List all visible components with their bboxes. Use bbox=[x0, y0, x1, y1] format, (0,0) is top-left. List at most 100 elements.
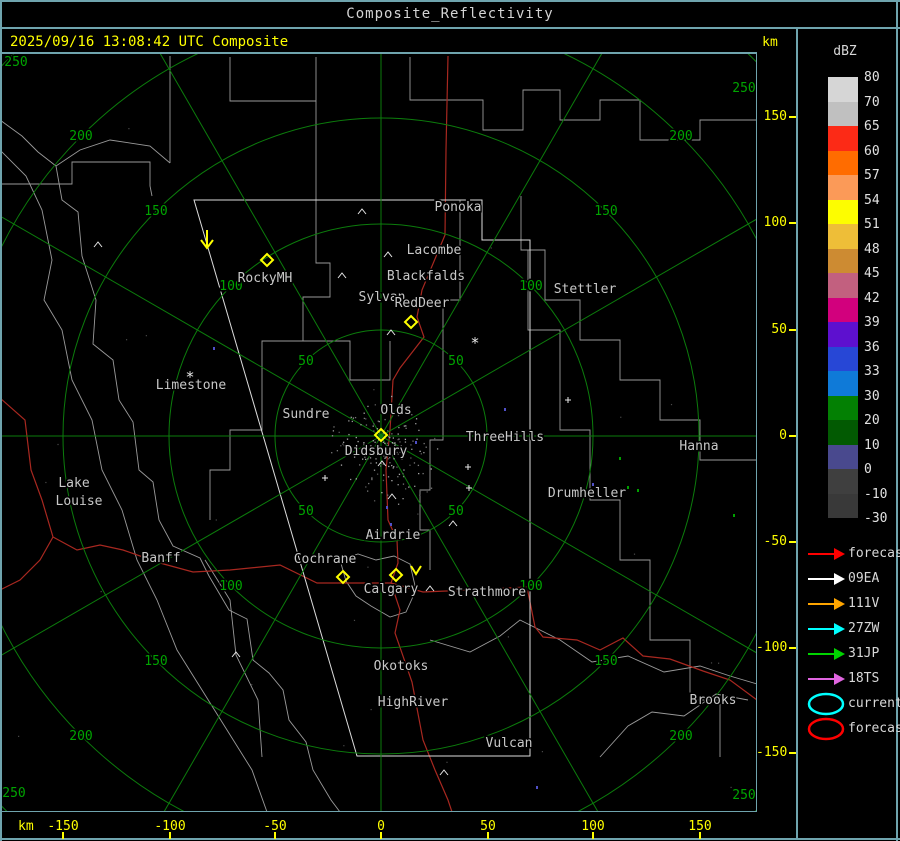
right-axis-tick-label: -50 bbox=[763, 534, 787, 549]
scale-band-label: 54 bbox=[864, 192, 880, 208]
legend-arrow-icon bbox=[806, 616, 848, 642]
storm-arrow bbox=[410, 565, 422, 576]
ring-distance-label: 200 bbox=[669, 729, 692, 744]
city-label: RockyMH bbox=[238, 271, 293, 286]
bottom-axis-tick bbox=[169, 832, 171, 839]
radar-site-diamond bbox=[335, 569, 351, 585]
city-label: RedDeer bbox=[395, 296, 450, 311]
echo-pixel bbox=[637, 489, 639, 492]
highway-line bbox=[390, 582, 756, 701]
boundary-line bbox=[520, 196, 756, 461]
scale-swatch bbox=[828, 248, 858, 273]
city-label: Blackfalds bbox=[387, 269, 465, 284]
ring-distance-label: 250 bbox=[732, 81, 755, 96]
scale-band-label: 20 bbox=[864, 413, 880, 428]
legend-item-label: 09EA bbox=[848, 571, 880, 586]
scale-swatch bbox=[828, 224, 858, 249]
echo-pixel bbox=[390, 523, 392, 526]
echo-pixel bbox=[627, 486, 629, 489]
scale-swatch bbox=[828, 469, 858, 494]
right-axis-tick-label: 0 bbox=[779, 428, 787, 443]
right-axis-tick bbox=[789, 329, 796, 331]
legend-item-label: forecast bbox=[848, 721, 900, 736]
city-label: Calgary bbox=[364, 582, 419, 597]
scale-band-label: 45 bbox=[864, 266, 880, 281]
city-label: Louise bbox=[56, 494, 103, 509]
ring-distance-label: 150 bbox=[594, 654, 617, 669]
city-label: Ponoka bbox=[435, 200, 482, 215]
boundary-line bbox=[429, 619, 756, 685]
legend-arrow-icon bbox=[806, 641, 848, 667]
scale-band-label: 51 bbox=[864, 217, 880, 232]
scale-title: dBZ bbox=[833, 44, 857, 59]
legend-item-label: 18TS bbox=[848, 671, 880, 686]
scale-swatch bbox=[828, 420, 858, 445]
legend-arrow-icon bbox=[806, 541, 848, 567]
ring-distance-label: 200 bbox=[669, 129, 692, 144]
scale-swatch bbox=[828, 322, 858, 347]
radar-map-canvas[interactable]: 50 5050 50100 100100 100150 150150 150200 20020… bbox=[2, 54, 756, 811]
legend-item-label: forecast bbox=[848, 546, 900, 561]
radial-line bbox=[163, 435, 382, 811]
frame-bottom bbox=[0, 838, 900, 840]
scale-band-label: 30 bbox=[864, 388, 880, 404]
right-axis-tick-label: 50 bbox=[771, 322, 787, 337]
ring-distance-label: 50 bbox=[448, 504, 464, 519]
scale-swatch bbox=[828, 346, 858, 371]
scale-band-label: 65 bbox=[864, 119, 880, 134]
right-axis-tick-label: -150 bbox=[756, 745, 788, 760]
frame-right bbox=[896, 0, 898, 841]
city-label: Didsbury bbox=[345, 444, 408, 459]
timestamp-label: 2025/09/16 13:08:42 UTC Composite bbox=[10, 34, 289, 50]
legend-ellipse-icon bbox=[806, 716, 848, 742]
legend-arrow-icon bbox=[806, 591, 848, 617]
ring-distance-label: 100 bbox=[519, 279, 542, 294]
ring-distance-label: 250 bbox=[732, 788, 755, 803]
scale-swatch bbox=[828, 77, 858, 102]
city-label: Olds bbox=[380, 403, 411, 418]
ring-distance-label: 50 bbox=[298, 504, 314, 519]
city-label: Stettler bbox=[554, 282, 617, 297]
bottom-axis-tick bbox=[487, 832, 489, 839]
bottom-axis-tick bbox=[380, 832, 382, 839]
ring-distance-label: 100 bbox=[219, 579, 242, 594]
right-axis-tick bbox=[789, 541, 796, 543]
caret-marker bbox=[357, 208, 367, 215]
city-label: Limestone bbox=[156, 378, 227, 393]
echo-pixel bbox=[213, 347, 215, 350]
scale-band-label: 39 bbox=[864, 315, 880, 330]
right-axis-tick bbox=[789, 222, 796, 224]
scale-band-label: -30 bbox=[864, 511, 888, 526]
scale-swatch bbox=[828, 493, 858, 518]
legend-item-label: current bbox=[848, 696, 900, 711]
scale-band-label: 60 bbox=[864, 143, 880, 159]
boundary-line bbox=[2, 161, 153, 197]
city-label: Banff bbox=[141, 551, 180, 566]
caret-marker bbox=[383, 251, 393, 258]
scale-band-label: 48 bbox=[864, 241, 880, 257]
ring-distance-label: 50 bbox=[298, 354, 314, 369]
scale-swatch bbox=[828, 199, 858, 224]
scale-swatch bbox=[828, 444, 858, 469]
city-label: Hanna bbox=[679, 439, 718, 454]
boundary-line bbox=[229, 57, 317, 102]
ring-distance-label: 200 bbox=[69, 729, 92, 744]
right-axis-tick-label: -100 bbox=[756, 640, 788, 655]
caret-marker bbox=[448, 520, 458, 527]
scale-band-label: 10 bbox=[864, 437, 880, 453]
city-label: Sundre bbox=[283, 407, 330, 422]
window-title: Composite_Reflectivity bbox=[346, 6, 554, 22]
city-label: ThreeHills bbox=[466, 430, 544, 445]
bottom-axis-tick bbox=[62, 832, 64, 839]
echo-pixel bbox=[619, 457, 621, 460]
scale-band-label: 57 bbox=[864, 168, 880, 183]
scale-band-label: 70 bbox=[864, 94, 880, 110]
caret-marker bbox=[93, 241, 103, 248]
boundary-line bbox=[409, 57, 756, 141]
echo-pixel bbox=[504, 408, 506, 411]
city-label: Drumheller bbox=[548, 486, 626, 501]
scale-band-label: 80 bbox=[864, 70, 880, 85]
scale-band-label: 33 bbox=[864, 364, 880, 379]
radar-app-window: Composite_Reflectivity 2025/09/16 13:08:… bbox=[0, 0, 900, 841]
scale-band-label: -10 bbox=[864, 486, 888, 502]
